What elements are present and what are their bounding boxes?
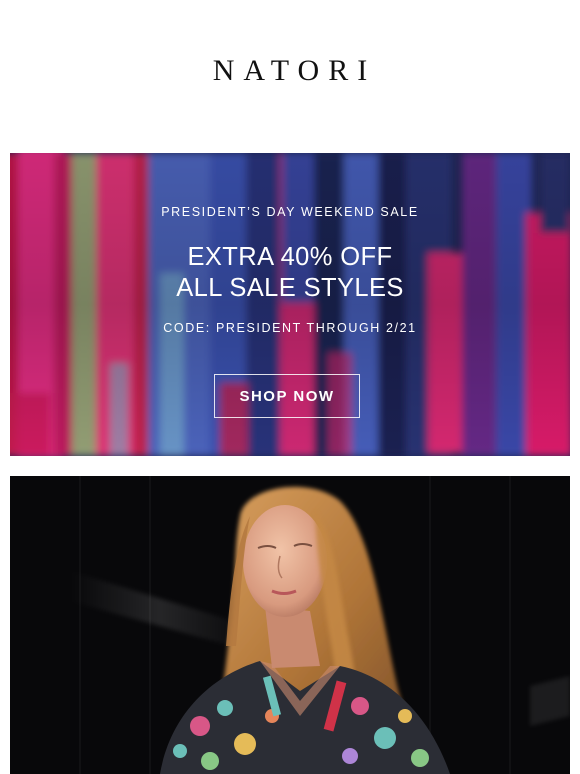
sale-headline: EXTRA 40% OFF ALL SALE STYLES	[10, 242, 570, 304]
model-photo-illustration	[10, 476, 570, 774]
header: NATORI	[0, 0, 580, 152]
brand-logo[interactable]: NATORI	[213, 54, 376, 88]
sale-banner[interactable]: PRESIDENT’S DAY WEEKEND SALE EXTRA 40% O…	[10, 153, 570, 456]
headline-line-2: ALL SALE STYLES	[176, 274, 404, 302]
banner-content: PRESIDENT’S DAY WEEKEND SALE EXTRA 40% O…	[10, 153, 570, 456]
promo-code-text: CODE: PRESIDENT THROUGH 2/21	[163, 321, 417, 335]
lifestyle-photo[interactable]	[10, 476, 570, 774]
shop-now-button[interactable]: SHOP NOW	[214, 374, 360, 418]
headline-line-1: EXTRA 40% OFF	[187, 243, 393, 271]
sale-eyebrow: PRESIDENT’S DAY WEEKEND SALE	[161, 205, 419, 219]
